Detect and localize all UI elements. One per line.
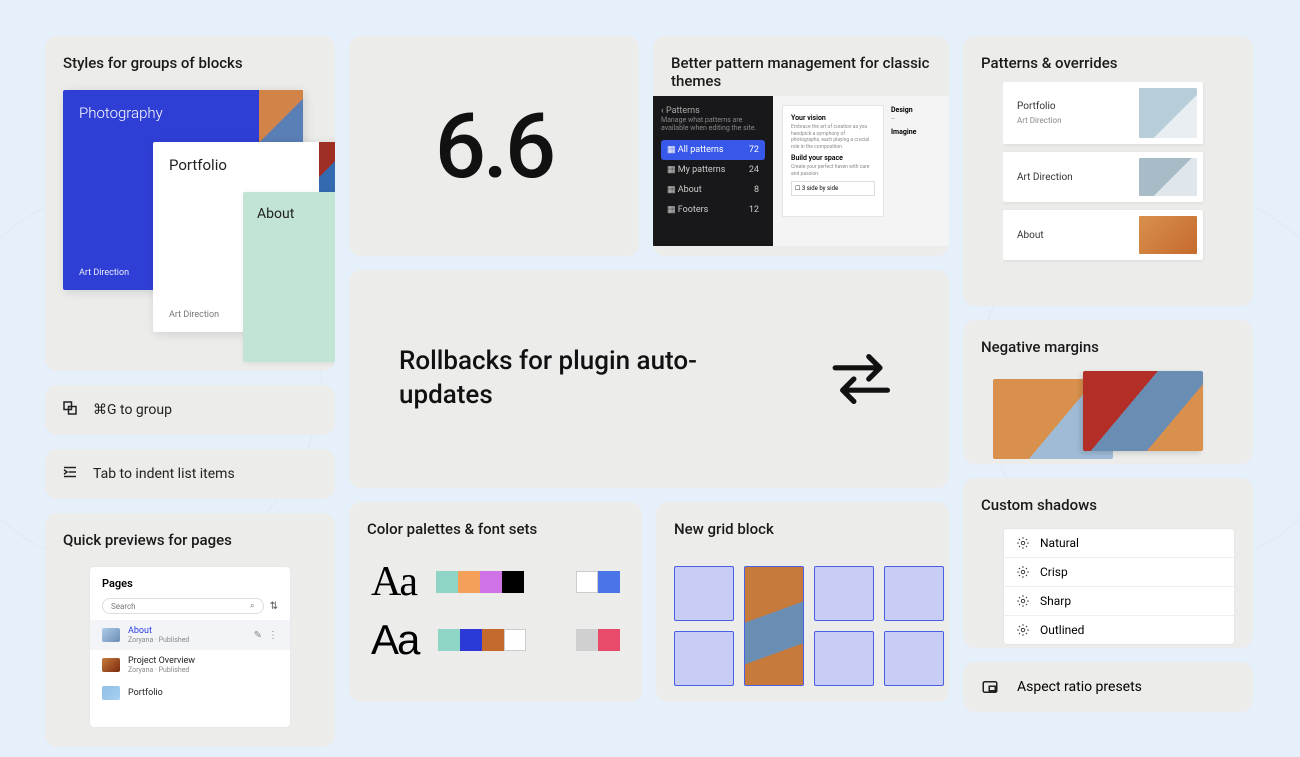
grid-cell [884, 566, 944, 621]
grid-cell [884, 631, 944, 686]
tip-text: Tab to indent list items [93, 466, 235, 482]
sun-icon [1016, 536, 1030, 550]
sun-icon [1016, 594, 1030, 608]
card-title: Negative margins [963, 320, 1253, 366]
tip-text: ⌘G to group [93, 402, 172, 418]
card-title: Aspect ratio presets [1017, 679, 1142, 695]
indent-icon [61, 463, 79, 485]
sun-icon [1016, 623, 1030, 637]
palettes-card: Color palettes & font sets Aa Aa [349, 502, 642, 702]
color-swatch[interactable] [576, 629, 598, 651]
negative-margins-card: Negative margins [963, 320, 1253, 464]
swatch-row [436, 571, 524, 593]
version-number: 6.6 [435, 94, 553, 199]
override-item: Art Direction [1003, 152, 1203, 202]
tip-indent-shortcut: Tab to indent list items [45, 449, 335, 499]
edit-icon[interactable]: ✎ [254, 630, 262, 641]
override-item: About [1003, 210, 1203, 260]
patterns-overrides-card: Patterns & overrides PortfolioArt Direct… [963, 36, 1253, 306]
quick-previews-card: Quick previews for pages Pages Search ⌕ … [45, 513, 335, 747]
pages-panel: Pages Search ⌕ ⇅ About Zoryana · Publish… [90, 567, 290, 727]
shadow-preset[interactable]: Natural [1004, 529, 1234, 558]
panel-about: About [243, 192, 335, 362]
color-swatch[interactable] [598, 571, 620, 593]
rollback-card: Rollbacks for plugin auto-updates [349, 270, 949, 488]
group-icon [61, 399, 79, 421]
override-thumb [1139, 216, 1197, 254]
filter-icon[interactable]: ⇅ [270, 601, 278, 612]
shadow-preset-list: Natural Crisp Sharp Outlined [1003, 528, 1235, 645]
back-link[interactable]: ‹ Patterns [661, 106, 765, 116]
card-title: Custom shadows [963, 478, 1253, 524]
tip-group-shortcut: ⌘G to group [45, 385, 335, 435]
grid-cell [674, 566, 734, 621]
aspect-ratio-icon [981, 678, 999, 696]
overlap-preview [993, 371, 1235, 461]
custom-shadows-card: Custom shadows Natural Crisp Sharp Outli… [963, 478, 1253, 648]
grid-cell-image [744, 566, 804, 686]
pattern-category[interactable]: ▦ All patterns72 [661, 140, 765, 160]
pattern-category[interactable]: ▦ Footers12 [661, 200, 765, 220]
color-swatch[interactable] [438, 629, 460, 651]
grid-cell [674, 631, 734, 686]
cycle-arrows-icon [824, 339, 899, 419]
color-swatch[interactable] [436, 571, 458, 593]
font-sample-serif: Aa [371, 558, 416, 606]
color-swatch[interactable] [458, 571, 480, 593]
pattern-preview-area: Your vision Embrace the art of curation … [773, 96, 949, 246]
grid-preview [674, 566, 949, 686]
search-input[interactable]: Search ⌕ [102, 598, 264, 614]
page-thumbnail [102, 658, 120, 672]
font-sample-sans: Aa [371, 616, 418, 664]
page-row[interactable]: Portfolio [90, 680, 290, 706]
swatch-row [438, 629, 526, 651]
override-thumb [1139, 88, 1197, 138]
color-swatch[interactable] [502, 571, 524, 593]
block-stack-preview: Photography Art Direction Portfolio Art … [63, 82, 335, 342]
shadow-preset[interactable]: Crisp [1004, 558, 1234, 587]
shadow-preset[interactable]: Sharp [1004, 587, 1234, 616]
search-icon: ⌕ [250, 601, 254, 611]
override-item: PortfolioArt Direction [1003, 82, 1203, 144]
swatch-row [576, 571, 620, 593]
pages-heading: Pages [90, 577, 290, 598]
color-swatch[interactable] [598, 629, 620, 651]
page-thumbnail [102, 686, 120, 700]
swatch-row [576, 629, 620, 651]
grid-cell [814, 566, 874, 621]
version-card: 6.6 [349, 36, 639, 256]
grid-cell [814, 631, 874, 686]
pattern-category[interactable]: ▦ My patterns24 [661, 160, 765, 180]
color-swatch[interactable] [460, 629, 482, 651]
card-title: Styles for groups of blocks [45, 36, 335, 82]
page-row[interactable]: Project Overview Zoryana · Published [90, 650, 290, 680]
sun-icon [1016, 565, 1030, 579]
page-row[interactable]: About Zoryana · Published ✎⋮ [90, 620, 290, 650]
more-icon[interactable]: ⋮ [268, 630, 278, 641]
aspect-ratio-card: Aspect ratio presets [963, 662, 1253, 712]
card-title: Rollbacks for plugin auto-updates [399, 345, 764, 413]
shadow-preset[interactable]: Outlined [1004, 616, 1234, 644]
pattern-category[interactable]: ▦ About8 [661, 180, 765, 200]
color-swatch[interactable] [504, 629, 526, 651]
card-title: Better pattern management for classic th… [653, 36, 949, 96]
pattern-sidebar: ‹ Patterns Manage what patterns are avai… [653, 96, 773, 246]
card-title: Color palettes & font sets [349, 502, 642, 548]
page-thumbnail [102, 628, 120, 642]
color-swatch[interactable] [576, 571, 598, 593]
card-title: New grid block [656, 502, 949, 548]
card-title: Quick previews for pages [45, 513, 335, 559]
grid-block-card: New grid block [656, 502, 949, 702]
color-swatch[interactable] [480, 571, 502, 593]
styles-for-groups-card: Styles for groups of blocks Photography … [45, 36, 335, 371]
pattern-management-card: Better pattern management for classic th… [653, 36, 949, 256]
color-swatch[interactable] [482, 629, 504, 651]
card-title: Patterns & overrides [963, 36, 1253, 82]
override-thumb [1139, 158, 1197, 196]
